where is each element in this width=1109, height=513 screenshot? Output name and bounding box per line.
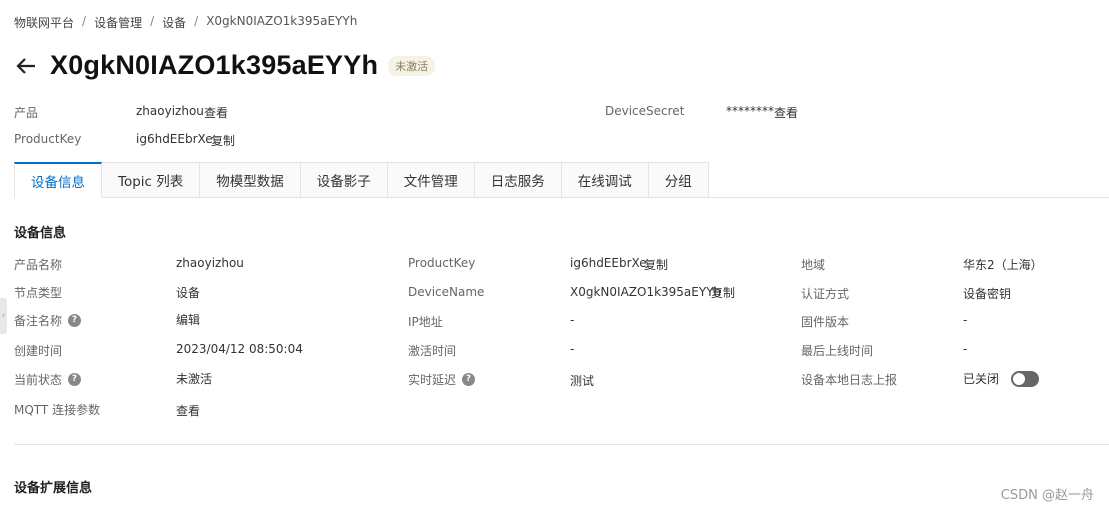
back-arrow-icon[interactable] [14,54,38,78]
current-state-value: 未激活 [176,372,213,386]
activated-time-value: - [570,342,575,356]
mqtt-params-view-link[interactable]: 查看 [176,402,200,419]
firmware-label: 固件版本 [801,315,850,329]
auth-method-value: 设备密钥 [963,287,1012,301]
tab-device-shadow[interactable]: 设备影子 [300,162,388,198]
activated-time-label: 激活时间 [408,344,457,358]
created-time-label: 创建时间 [14,344,63,358]
meta-product-view-link[interactable]: 查看 [204,104,228,121]
breadcrumb: 物联网平台 / 设备管理 / 设备 / X0gkN0IAZO1k395aEYYh [14,14,357,31]
device-extension-heading: 设备扩展信息 [14,481,93,496]
productkey-label: ProductKey [408,256,476,270]
firmware-value: - [963,313,968,327]
last-online-label: 最后上线时间 [801,344,874,358]
help-icon[interactable]: ? [462,373,476,386]
tab-device-info[interactable]: 设备信息 [14,162,102,198]
meta-product-label: 产品 [14,106,39,120]
current-state-label-text: 当前状态 [14,373,63,387]
breadcrumb-separator: / [194,14,199,28]
breadcrumb-iot-platform[interactable]: 物联网平台 [14,14,74,31]
breadcrumb-separator: / [82,14,87,28]
productkey-value: ig6hdEEbrXe [570,256,647,270]
meta-product-value: zhaoyizhou [136,104,204,118]
remark-edit-link[interactable]: 编辑 [176,311,200,328]
breadcrumb-separator: / [150,14,155,28]
latency-label: 实时延迟 ? [408,371,476,388]
tab-log-service[interactable]: 日志服务 [474,162,562,198]
tab-online-debug[interactable]: 在线调试 [561,162,649,198]
tab-group[interactable]: 分组 [648,162,709,198]
productkey-copy-link[interactable]: 复制 [644,256,668,273]
node-type-label: 节点类型 [14,286,63,300]
devicename-label: DeviceName [408,285,485,299]
remark-label: 备注名称 ? [14,312,82,329]
meta-secret-label: DeviceSecret [605,104,685,118]
help-icon[interactable]: ? [68,314,82,327]
meta-productkey-copy-link[interactable]: 复制 [211,132,235,149]
product-name-label: 产品名称 [14,258,63,272]
section-divider [14,444,1109,445]
breadcrumb-current: X0gkN0IAZO1k395aEYYh [206,14,358,28]
node-type-value: 设备 [176,286,201,300]
meta-secret-view-link[interactable]: 查看 [774,104,798,121]
created-time-value: 2023/04/12 08:50:04 [176,342,303,356]
breadcrumb-devices[interactable]: 设备 [162,14,186,31]
latency-label-text: 实时延迟 [408,373,457,387]
current-state-label: 当前状态 ? [14,371,82,388]
local-log-label: 设备本地日志上报 [801,373,898,387]
region-label: 地域 [801,258,826,272]
help-icon[interactable]: ? [68,373,82,386]
tab-bar: 设备信息 Topic 列表 物模型数据 设备影子 文件管理 日志服务 在线调试 … [14,162,709,198]
device-info-heading: 设备信息 [14,226,67,241]
watermark: CSDN @赵一舟 [1000,488,1094,503]
tab-topic-list[interactable]: Topic 列表 [102,162,201,198]
ip-value: - [570,313,575,327]
meta-productkey-value: ig6hdEEbrXe [136,132,213,146]
meta-productkey: ProductKey ig6hdEEbrXe 复制 [14,132,314,148]
local-log-state: 已关闭 [963,372,1000,386]
page-header: X0gkN0IAZO1k395aEYYh 未激活 [14,50,436,81]
page-title: X0gkN0IAZO1k395aEYYh [50,50,379,80]
tab-thing-model-data[interactable]: 物模型数据 [200,162,301,198]
local-log-toggle[interactable] [1011,370,1040,387]
region-value: 华东2（上海） [963,258,1043,272]
remark-label-text: 备注名称 [14,314,63,328]
latency-test-link[interactable]: 测试 [570,372,594,389]
meta-product: 产品 zhaoyizhou 查看 [14,104,314,120]
collapse-handle-icon[interactable]: ‹ [0,298,7,334]
mqtt-params-label: MQTT 连接参数 [14,403,101,417]
last-online-value: - [963,342,968,356]
devicename-copy-link[interactable]: 复制 [711,284,735,301]
breadcrumb-device-management[interactable]: 设备管理 [94,14,142,31]
meta-secret-value: ******** [726,104,774,118]
product-name-value: zhaoyizhou [176,256,244,270]
auth-method-label: 认证方式 [801,287,850,301]
ip-label: IP地址 [408,315,443,329]
devicename-value: X0gkN0IAZO1k395aEYYh [570,285,722,299]
tab-file-management[interactable]: 文件管理 [387,162,475,198]
meta-device-secret: DeviceSecret ******** 查看 [605,104,905,120]
local-log-control: 已关闭 [963,370,1040,387]
device-info-grid: 产品名称 zhaoyizhou 节点类型 设备 备注名称 ? 编辑 创建时间 2… [14,256,1104,426]
status-badge: 未激活 [388,55,436,76]
meta-productkey-label: ProductKey [14,132,82,146]
